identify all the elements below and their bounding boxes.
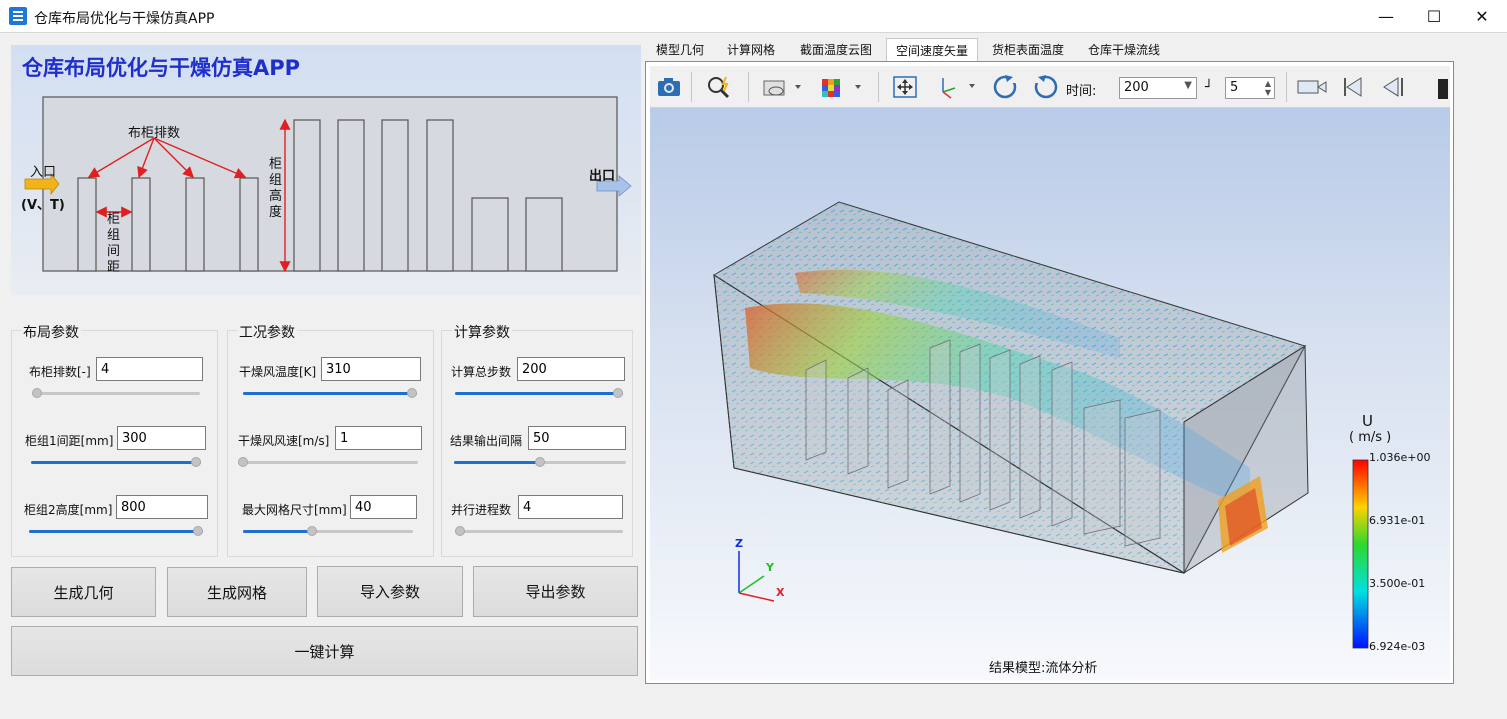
axis-triad	[738, 551, 775, 602]
legend-max: 1.036e+00	[1369, 451, 1431, 464]
rows-annotation: 布柜排数	[128, 126, 181, 141]
tab-drying-streamlines[interactable]: 仓库干燥流线	[1080, 38, 1168, 61]
spacing-input[interactable]	[117, 426, 206, 450]
close-button[interactable]: ✕	[1459, 0, 1505, 33]
maximize-button[interactable]: ☐	[1411, 0, 1457, 33]
steps-slider[interactable]	[455, 388, 623, 398]
temp-slider-thumb[interactable]	[407, 388, 417, 398]
height-label: 柜组2高度[mm]	[24, 503, 113, 517]
height-annotation: 柜组高度	[269, 157, 283, 220]
legend-colorbar	[1352, 459, 1369, 649]
spacing-label: 柜组1间距[mm]	[25, 434, 114, 448]
title-bar	[0, 0, 1507, 33]
legend-min: 6.924e-03	[1369, 640, 1426, 653]
one-click-compute-button[interactable]: 一键计算	[11, 626, 638, 676]
step-icon: ┘	[1205, 80, 1213, 95]
mesh-slider-thumb[interactable]	[307, 526, 317, 536]
time-select[interactable]: 200 ▼	[1119, 77, 1197, 99]
tab-compute-mesh[interactable]: 计算网格	[720, 38, 782, 61]
fit-view-icon[interactable]	[890, 72, 920, 102]
export-params-button[interactable]: 导出参数	[473, 566, 638, 617]
rows-label: 布柜排数[-]	[29, 365, 91, 379]
spacing-annotation: 柜组间距	[107, 212, 121, 275]
time-label: 时间:	[1066, 84, 1097, 99]
rotate-cw-icon[interactable]	[990, 72, 1020, 102]
tab-model-geometry[interactable]: 模型几何	[650, 38, 710, 61]
work-params-title: 工况参数	[237, 322, 297, 342]
tab-velocity-vectors[interactable]: 空间速度矢量	[886, 38, 978, 61]
legend-title: U	[1362, 412, 1373, 430]
temp-label: 干燥风温度[K]	[239, 365, 317, 379]
rows-slider-thumb[interactable]	[32, 388, 42, 398]
procs-input[interactable]	[518, 495, 623, 519]
temp-slider[interactable]	[243, 388, 417, 398]
import-params-button[interactable]: 导入参数	[317, 566, 463, 617]
layout-diagram	[24, 96, 632, 273]
axis-y-label: Y	[766, 561, 774, 574]
speed-slider[interactable]	[238, 457, 418, 467]
height-input[interactable]	[116, 495, 208, 519]
interval-slider-thumb[interactable]	[535, 457, 545, 467]
outlet-label: 出口	[589, 169, 616, 184]
result-caption: 结果模型:流体分析	[989, 661, 1098, 676]
calc-params-title: 计算参数	[452, 322, 512, 342]
first-frame-icon[interactable]	[1338, 72, 1368, 102]
tab-cabinet-surface-temperature[interactable]: 货柜表面温度	[984, 38, 1072, 61]
spacing-slider[interactable]	[31, 457, 201, 467]
time-select-value: 200	[1124, 80, 1149, 95]
spinner-arrows-icon[interactable]: ▲ ▼	[1265, 79, 1271, 97]
window-title: 仓库布局优化与干燥仿真APP	[34, 11, 215, 27]
steps-slider-thumb[interactable]	[613, 388, 623, 398]
step-stepper-value: 5	[1230, 80, 1239, 95]
legend-mid-low: 3.500e-01	[1369, 577, 1426, 590]
legend-unit: ( m/s )	[1349, 430, 1392, 445]
generate-geometry-button[interactable]: 生成几何	[11, 567, 156, 617]
temp-input[interactable]	[321, 357, 421, 381]
minimize-button[interactable]: —	[1363, 0, 1409, 33]
mesh-label: 最大网格尺寸[mm]	[242, 503, 347, 517]
display-mode-icon[interactable]	[760, 72, 808, 102]
velocity-vector-render	[713, 201, 1369, 649]
color-cube-icon[interactable]	[818, 72, 866, 102]
zoom-pick-icon[interactable]	[705, 72, 735, 102]
generate-mesh-button[interactable]: 生成网格	[167, 567, 307, 617]
step-stepper[interactable]: 5 ▲ ▼	[1225, 77, 1275, 99]
speed-slider-thumb[interactable]	[238, 457, 248, 467]
spacing-slider-thumb[interactable]	[191, 457, 201, 467]
speed-label: 干燥风风速[m/s]	[238, 434, 330, 448]
toolbar-overflow-icon[interactable]	[1438, 79, 1448, 99]
tab-section-temperature[interactable]: 截面温度云图	[792, 38, 880, 61]
app-icon	[9, 7, 27, 25]
mesh-input[interactable]	[350, 495, 417, 519]
axes-orientation-icon[interactable]	[932, 72, 980, 102]
procs-slider-thumb[interactable]	[455, 526, 465, 536]
rotate-ccw-icon[interactable]	[1031, 72, 1061, 102]
interval-slider[interactable]	[454, 457, 626, 467]
procs-slider[interactable]	[455, 526, 623, 536]
interval-label: 结果输出间隔	[450, 434, 523, 448]
chevron-down-icon: ▼	[1184, 80, 1192, 91]
height-slider-thumb[interactable]	[193, 526, 203, 536]
inlet-label: 入口	[30, 165, 57, 180]
procs-label: 并行进程数	[451, 503, 512, 517]
camera-icon[interactable]	[654, 72, 684, 102]
height-slider[interactable]	[29, 526, 203, 536]
axis-x-label: X	[776, 586, 785, 599]
rows-input[interactable]	[96, 357, 203, 381]
previous-frame-icon[interactable]	[1378, 72, 1408, 102]
rows-slider[interactable]	[32, 388, 200, 398]
speed-input[interactable]	[335, 426, 422, 450]
steps-input[interactable]	[517, 357, 625, 381]
steps-label: 计算总步数	[451, 365, 512, 379]
axis-z-label: Z	[735, 537, 743, 550]
legend-mid-high: 6.931e-01	[1369, 514, 1426, 527]
mesh-slider[interactable]	[243, 526, 413, 536]
inlet-params-label: (V、T)	[21, 198, 65, 213]
record-video-icon[interactable]	[1296, 72, 1328, 102]
interval-input[interactable]	[528, 426, 626, 450]
layout-params-title: 布局参数	[21, 322, 81, 342]
